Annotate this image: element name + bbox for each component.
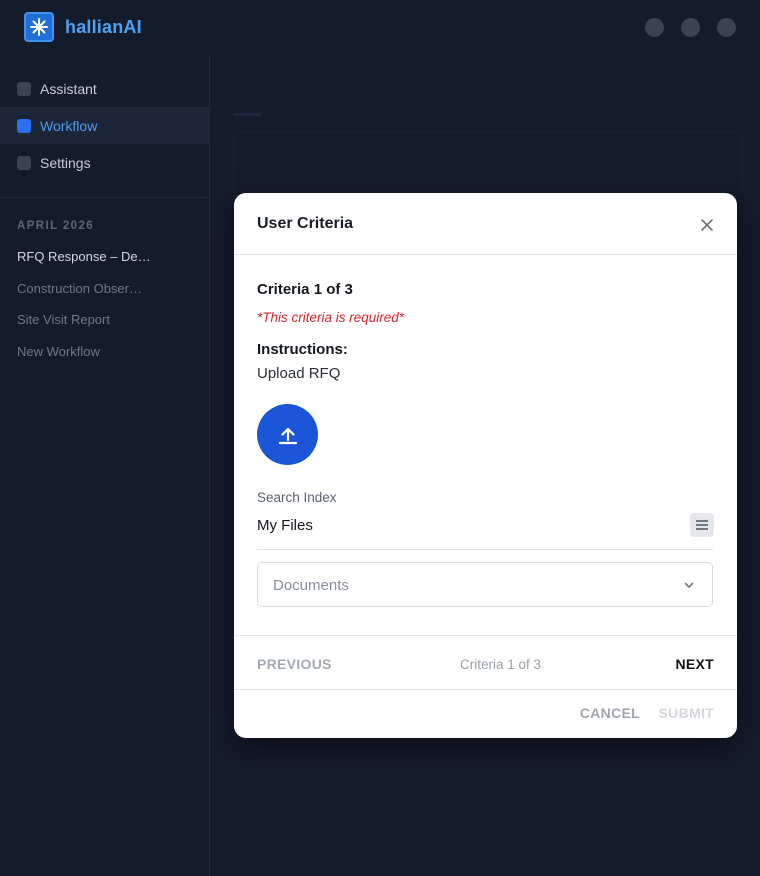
sidebar-item-workflow[interactable]: Workflow (0, 107, 209, 144)
settings-icon (17, 155, 31, 170)
background-card (233, 132, 743, 196)
next-button[interactable]: NEXT (675, 656, 714, 672)
close-icon (701, 219, 713, 231)
user-criteria-dialog: User Criteria Criteria 1 of 3 *This crit… (234, 193, 737, 738)
sidebar-item-label: Settings (40, 154, 91, 171)
recent-list: RFQ Response – De… Construction Obser… S… (0, 241, 209, 367)
search-index-value[interactable]: My Files (257, 517, 313, 534)
sidebar-item-label: Workflow (40, 117, 98, 134)
submit-button[interactable]: SUBMIT (659, 705, 714, 721)
sidebar: Assistant Workflow Settings APRIL 2026 R… (0, 56, 210, 876)
criteria-pager: Criteria 1 of 3 (460, 657, 542, 672)
required-notice: *This criteria is required* (257, 310, 405, 325)
search-index-label: Search Index (257, 490, 337, 505)
upload-icon (278, 427, 297, 444)
recent-item[interactable]: Construction Obser… (0, 273, 150, 305)
sidebar-divider (0, 197, 209, 198)
list-icon (696, 520, 708, 530)
dialog-title: User Criteria (257, 215, 354, 232)
list-options-button[interactable] (690, 513, 714, 537)
recent-item[interactable]: RFQ Response – De… (0, 241, 150, 273)
recent-item[interactable]: Site Visit Report (0, 304, 150, 336)
workflow-icon (17, 118, 31, 133)
cancel-button[interactable]: CANCEL (580, 705, 640, 721)
logo-star-icon (30, 18, 48, 36)
close-button[interactable] (697, 215, 717, 235)
dialog-body: Criteria 1 of 3 *This criteria is requir… (234, 255, 737, 635)
dialog-header: User Criteria (234, 193, 737, 255)
brand-name: hallianAI (65, 17, 142, 37)
previous-button[interactable]: PREVIOUS (257, 656, 332, 672)
background-tab (233, 56, 261, 116)
instructions-label: Instructions: (257, 341, 348, 358)
header-action-button-3[interactable] (717, 18, 736, 37)
app-window: hallianAI Assistant Workflow Settings AP… (0, 0, 760, 876)
sidebar-nav: Assistant Workflow Settings (0, 70, 209, 181)
criteria-navigation: PREVIOUS Criteria 1 of 3 NEXT (234, 635, 737, 690)
documents-select-placeholder: Documents (273, 577, 349, 594)
assistant-icon (17, 81, 31, 96)
documents-select[interactable]: Documents (257, 562, 713, 607)
header-actions (645, 18, 736, 37)
top-bar: hallianAI (0, 0, 760, 56)
recent-section-title: APRIL 2026 (17, 220, 95, 232)
header-action-button-1[interactable] (645, 18, 664, 37)
sidebar-item-assistant[interactable]: Assistant (0, 70, 209, 107)
sidebar-item-label: Assistant (40, 80, 97, 97)
sidebar-item-settings[interactable]: Settings (0, 144, 209, 181)
criteria-step-label: Criteria 1 of 3 (257, 281, 353, 298)
instructions-text: Upload RFQ (257, 365, 341, 382)
upload-button[interactable] (257, 404, 318, 465)
header-action-button-2[interactable] (681, 18, 700, 37)
dialog-footer: CANCEL SUBMIT (234, 690, 737, 738)
search-index-divider (257, 549, 713, 550)
recent-item[interactable]: New Workflow (0, 336, 150, 368)
background-tabs (233, 56, 319, 116)
sparkle-icon (24, 12, 54, 42)
chevron-down-icon (684, 582, 694, 588)
background-tab (291, 56, 319, 116)
